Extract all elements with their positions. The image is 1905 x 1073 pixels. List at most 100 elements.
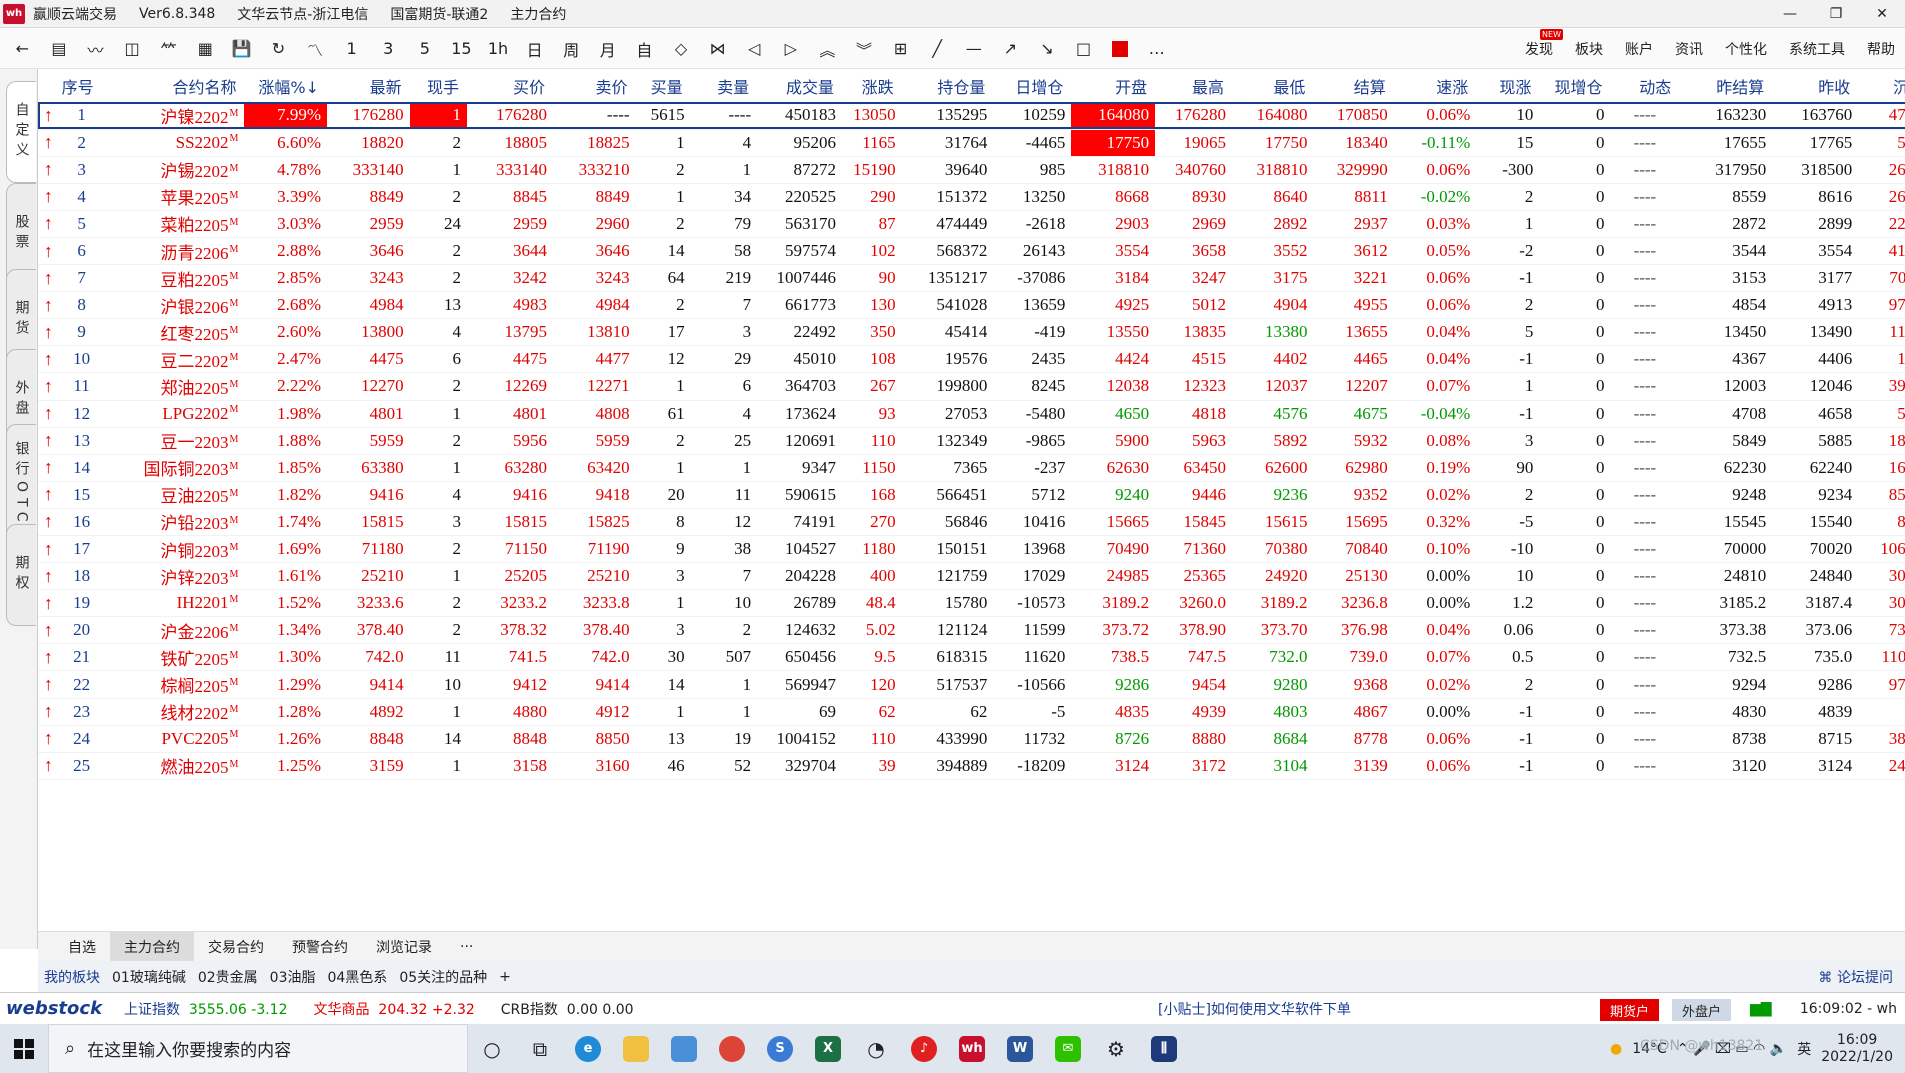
quote-cell[interactable]: 2 — [691, 617, 758, 644]
quote-cell[interactable]: 18820 — [327, 129, 410, 156]
quote-cell[interactable]: 25365 — [1155, 563, 1232, 590]
quote-cell[interactable]: -18209 — [993, 752, 1071, 779]
quote-cell[interactable]: 1 — [409, 102, 467, 130]
quote-cell[interactable]: 5.98 — [1858, 129, 1905, 156]
quote-cell[interactable]: 0.5 — [1476, 644, 1539, 671]
quote-cell[interactable]: 14 — [410, 725, 467, 752]
quote-cell[interactable]: 38 — [691, 536, 758, 563]
quote-cell[interactable]: 39 — [842, 752, 902, 779]
quote-cell[interactable]: 19 — [691, 725, 758, 752]
quote-cell[interactable]: 93 — [842, 400, 902, 427]
quote-cell[interactable]: 597574 — [757, 237, 842, 264]
contract-name[interactable]: 沥青2206M — [105, 237, 245, 264]
quote-cell[interactable]: 30.62 — [1858, 590, 1905, 617]
column-header[interactable]: 结算 — [1313, 69, 1394, 102]
quote-cell[interactable]: 0.00% — [1394, 698, 1477, 725]
quote-cell[interactable]: 3544 — [1679, 237, 1772, 264]
quote-cell[interactable]: 8738 — [1679, 725, 1772, 752]
wechat-icon[interactable]: ✉ — [1044, 1024, 1092, 1073]
quote-cell[interactable]: 2 — [1476, 292, 1539, 319]
quote-cell[interactable]: 4708 — [1679, 400, 1772, 427]
quote-cell[interactable]: 4984 — [553, 292, 636, 319]
quote-cell[interactable]: 121759 — [902, 563, 994, 590]
column-header[interactable]: 日增仓 — [993, 69, 1072, 102]
quote-cell[interactable]: 4803 — [1232, 698, 1313, 725]
quote-cell[interactable]: 176280 — [1155, 102, 1232, 129]
quote-cell[interactable]: 394889 — [902, 752, 994, 779]
quote-cell[interactable]: 64 — [636, 265, 691, 292]
column-header[interactable]: 昨结算 — [1679, 69, 1773, 102]
quote-cell[interactable]: 1165 — [842, 129, 902, 156]
quote-cell[interactable]: 400 — [842, 563, 902, 590]
quote-cell[interactable]: 0 — [1539, 617, 1610, 644]
quote-cell[interactable]: -1 — [1476, 725, 1539, 752]
quote-cell[interactable]: 2.85% — [244, 265, 327, 292]
toolbar-tool-icon-21[interactable]: ◁ — [736, 32, 773, 66]
quote-cell[interactable]: 12269 — [467, 373, 553, 400]
quote-cell[interactable]: 130 — [842, 292, 902, 319]
quote-cell[interactable]: 5959 — [553, 427, 636, 454]
toolbar-tool-icon-9[interactable]: 〽 — [297, 32, 334, 66]
column-header[interactable]: 昨收 — [1772, 69, 1859, 102]
quote-cell[interactable]: -10573 — [993, 590, 1071, 617]
quote-cell[interactable]: 7365 — [902, 454, 994, 481]
contract-name[interactable]: 红枣2205M — [105, 319, 245, 346]
table-row[interactable]: ↑ 16 沪铅2203M 1.74% 15815 3 15815 15825 8 12 74191 2… — [38, 508, 1905, 536]
quote-cell[interactable]: 17029 — [993, 563, 1071, 590]
contract-name[interactable]: 沪金2206M — [105, 617, 245, 644]
column-header[interactable]: 卖量 — [690, 69, 758, 102]
quote-cell[interactable]: 4925 — [1071, 292, 1155, 319]
quote-cell[interactable]: ---- — [553, 102, 636, 129]
quote-cell[interactable]: 1.29% — [244, 671, 327, 698]
quote-cell[interactable]: 8640 — [1232, 183, 1313, 210]
quote-cell[interactable]: 4913 — [1772, 292, 1858, 319]
quote-cell[interactable]: 14 — [636, 237, 691, 264]
quote-cell[interactable]: 219 — [691, 265, 758, 292]
file-explorer-icon[interactable] — [612, 1024, 660, 1073]
quote-cell[interactable]: 1.30% — [244, 644, 327, 671]
quote-cell[interactable]: 12003 — [1679, 373, 1772, 400]
quote-cell[interactable]: 4 — [410, 319, 467, 346]
quote-cell[interactable]: 63280 — [467, 454, 553, 481]
quote-cell[interactable]: 376.98 — [1313, 617, 1393, 644]
quote-cell[interactable]: 5.71 — [1858, 400, 1905, 427]
quote-cell[interactable]: 318500 — [1772, 156, 1858, 183]
quote-cell[interactable]: 20 — [636, 481, 691, 508]
quote-cell[interactable]: 9414 — [553, 671, 636, 698]
quote-cell[interactable]: 13795 — [467, 319, 553, 346]
quote-cell[interactable]: 62980 — [1313, 454, 1393, 481]
quote-cell[interactable]: 15540 — [1772, 508, 1858, 535]
quote-cell[interactable]: 0.06% — [1394, 102, 1477, 129]
dynamic-cell[interactable]: ---- — [1610, 508, 1679, 535]
quote-cell[interactable]: 0.06% — [1394, 156, 1477, 183]
left-tab-options[interactable]: 期权 — [6, 524, 36, 626]
table-row[interactable]: ↑ 4 苹果2205M 3.39% 8849 2 8845 8849 1 34 220525 290 1… — [38, 183, 1905, 211]
menu-system-tools[interactable]: 系统工具 — [1789, 39, 1845, 59]
quote-cell[interactable]: 8245 — [993, 373, 1071, 400]
quote-cell[interactable]: 70000 — [1679, 536, 1772, 563]
column-header[interactable]: 沉淀 — [1858, 69, 1905, 102]
quote-cell[interactable]: 4576 — [1232, 400, 1313, 427]
quote-cell[interactable]: 15665 — [1071, 508, 1155, 535]
quote-cell[interactable]: 4983 — [467, 292, 553, 319]
quote-cell[interactable]: 378.90 — [1155, 617, 1232, 644]
quote-cell[interactable]: 0 — [1539, 563, 1610, 590]
quote-cell[interactable]: 742.0 — [327, 644, 410, 671]
contract-name[interactable]: 菜粕2205M — [105, 210, 245, 237]
quote-cell[interactable]: 15815 — [467, 508, 553, 535]
quote-cell[interactable]: 2.47% — [244, 346, 327, 373]
quote-cell[interactable]: 4475 — [467, 346, 553, 373]
quote-cell[interactable]: 1007446 — [757, 265, 842, 292]
column-header[interactable]: 最新 — [327, 69, 410, 102]
quote-cell[interactable]: 9416 — [327, 481, 410, 508]
quote-cell[interactable]: 4818 — [1155, 400, 1232, 427]
quote-cell[interactable]: 5012 — [1155, 292, 1232, 319]
quote-cell[interactable]: 3233.2 — [467, 590, 553, 617]
quote-cell[interactable]: 3658 — [1155, 237, 1232, 264]
quote-cell[interactable]: 1.26% — [244, 725, 327, 752]
quote-cell[interactable]: 3646 — [553, 237, 636, 264]
dynamic-cell[interactable]: ---- — [1610, 752, 1679, 779]
quote-cell[interactable]: 17750 — [1232, 129, 1313, 156]
minimize-button[interactable]: — — [1767, 0, 1813, 28]
quote-cell[interactable]: 168 — [842, 481, 902, 508]
